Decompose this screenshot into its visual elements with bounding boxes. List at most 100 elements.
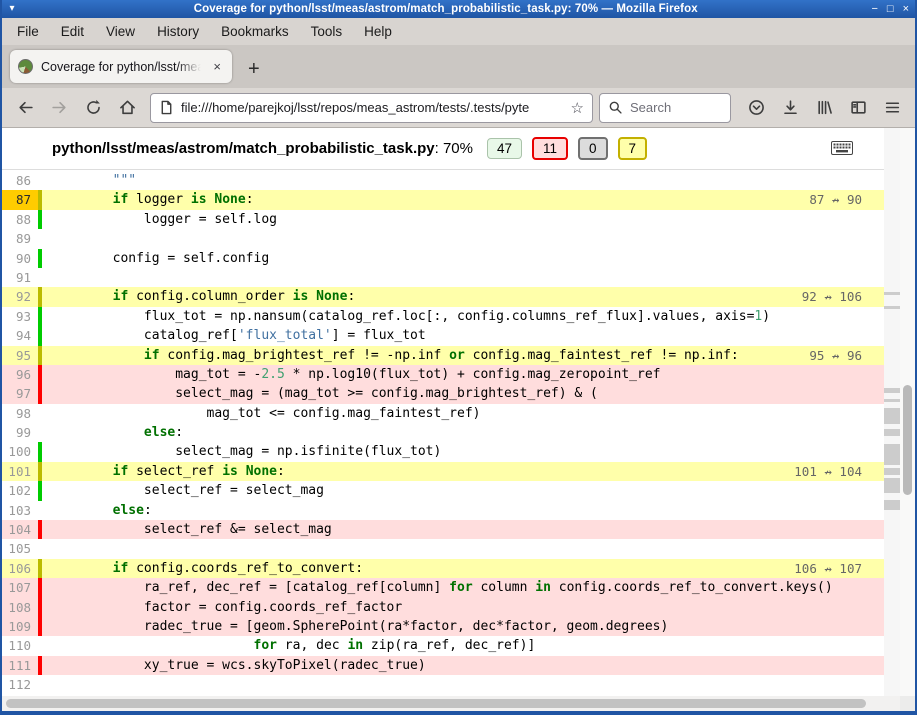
line-number-100[interactable]: 100 <box>2 442 38 461</box>
line-number-88[interactable]: 88 <box>2 210 38 229</box>
downloads-button[interactable] <box>773 93 807 123</box>
coverage-header: python/lsst/meas/astrom/match_probabilis… <box>2 128 915 170</box>
close-button[interactable]: × <box>903 3 909 15</box>
missed-line-marker <box>884 306 900 309</box>
line-number-112[interactable]: 112 <box>2 675 38 694</box>
line-number-102[interactable]: 102 <box>2 481 38 500</box>
url-text[interactable]: file:///home/parejkoj/lsst/repos/meas_as… <box>181 100 565 115</box>
bookmark-star-icon[interactable]: ☆ <box>571 99 584 117</box>
source-line-109: 109 radec_true = [geom.SpherePoint(ra*fa… <box>2 617 884 636</box>
line-number-110[interactable]: 110 <box>2 636 38 655</box>
line-number-86[interactable]: 86 <box>2 171 38 190</box>
missed-line-marker <box>884 429 900 436</box>
line-number-92[interactable]: 92 <box>2 287 38 306</box>
horizontal-scrollbar-thumb[interactable] <box>6 699 866 708</box>
branch-annotation: 101 ↛ 104 <box>794 462 862 481</box>
menu-history[interactable]: History <box>146 20 210 43</box>
new-tab-button[interactable]: + <box>248 59 260 79</box>
menu-bookmarks[interactable]: Bookmarks <box>210 20 300 43</box>
line-number-103[interactable]: 103 <box>2 501 38 520</box>
run-count-button[interactable]: 47 <box>487 138 522 159</box>
source-line-96: 96 mag_tot = -2.5 * np.log10(flux_tot) +… <box>2 365 884 384</box>
line-number-106[interactable]: 106 <box>2 559 38 578</box>
reload-button[interactable] <box>76 93 110 123</box>
pocket-button[interactable] <box>739 93 773 123</box>
line-number-99[interactable]: 99 <box>2 423 38 442</box>
missed-line-marker <box>884 478 900 493</box>
line-number-94[interactable]: 94 <box>2 326 38 345</box>
forward-button[interactable] <box>42 93 76 123</box>
source-line-91: 91 <box>2 268 884 287</box>
code-text: config = self.config <box>42 249 269 268</box>
branch-annotation: 95 ↛ 96 <box>809 346 862 365</box>
forward-icon <box>51 99 68 116</box>
sidebar-button[interactable] <box>841 93 875 123</box>
partial-count-button[interactable]: 7 <box>618 137 648 160</box>
back-button[interactable] <box>8 93 42 123</box>
line-number-97[interactable]: 97 <box>2 384 38 403</box>
source-line-88: 88 logger = self.log <box>2 210 884 229</box>
code-text: else: <box>42 501 152 520</box>
menu-help[interactable]: Help <box>353 20 403 43</box>
source-line-104: 104 select_ref &= select_mag <box>2 520 884 539</box>
window-menu-icon[interactable]: ▾ <box>4 1 20 17</box>
coverage-favicon-icon <box>18 59 33 74</box>
code-text: if config.coords_ref_to_convert: <box>42 559 363 578</box>
tab-title: Coverage for python/lsst/mea <box>41 60 201 74</box>
menu-view[interactable]: View <box>95 20 146 43</box>
branch-annotation: 87 ↛ 90 <box>809 190 862 209</box>
library-button[interactable] <box>807 93 841 123</box>
active-tab[interactable]: Coverage for python/lsst/mea × <box>10 50 232 83</box>
source-line-112: 112 <box>2 675 884 694</box>
tab-strip: Coverage for python/lsst/mea × + <box>2 45 915 88</box>
home-button[interactable] <box>110 93 144 123</box>
coverage-percent: : 70% <box>435 140 473 157</box>
line-number-90[interactable]: 90 <box>2 249 38 268</box>
line-number-91[interactable]: 91 <box>2 268 38 287</box>
line-number-87[interactable]: 87 <box>2 190 38 209</box>
sidebar-icon <box>850 99 867 116</box>
tab-close-icon[interactable]: × <box>210 58 224 75</box>
minimize-button[interactable]: − <box>871 3 877 15</box>
line-number-111[interactable]: 111 <box>2 656 38 675</box>
maximize-button[interactable]: □ <box>887 3 894 15</box>
horizontal-scrollbar[interactable] <box>2 696 900 711</box>
menu-edit[interactable]: Edit <box>50 20 95 43</box>
titlebar: ▾ Coverage for python/lsst/meas/astrom/m… <box>2 0 915 18</box>
menu-file[interactable]: File <box>6 20 50 43</box>
missed-line-marker <box>884 468 900 475</box>
vertical-scrollbar[interactable] <box>900 128 915 696</box>
code-text: if logger is None: <box>42 190 254 209</box>
page-icon <box>159 100 174 115</box>
source-line-107: 107 ra_ref, dec_ref = [catalog_ref[colum… <box>2 578 884 597</box>
source-line-93: 93 flux_tot = np.nansum(catalog_ref.loc[… <box>2 307 884 326</box>
line-number-107[interactable]: 107 <box>2 578 38 597</box>
url-bar[interactable]: file:///home/parejkoj/lsst/repos/meas_as… <box>150 93 593 123</box>
file-path: python/lsst/meas/astrom/match_probabilis… <box>52 140 435 157</box>
line-number-95[interactable]: 95 <box>2 346 38 365</box>
menubar: FileEditViewHistoryBookmarksToolsHelp <box>2 18 915 45</box>
app-menu-button[interactable] <box>875 93 909 123</box>
line-number-105[interactable]: 105 <box>2 539 38 558</box>
line-number-104[interactable]: 104 <box>2 520 38 539</box>
excluded-count-button[interactable]: 0 <box>578 137 608 160</box>
line-number-93[interactable]: 93 <box>2 307 38 326</box>
missing-count-button[interactable]: 11 <box>532 137 568 160</box>
back-icon <box>17 99 34 116</box>
line-number-89[interactable]: 89 <box>2 229 38 248</box>
vertical-scrollbar-thumb[interactable] <box>903 385 912 495</box>
line-number-109[interactable]: 109 <box>2 617 38 636</box>
search-input[interactable]: Search <box>599 93 731 123</box>
source-line-106: 106 if config.coords_ref_to_convert: 106 … <box>2 559 884 578</box>
keyboard-shortcuts-icon[interactable] <box>831 140 853 156</box>
branch-annotation: 106 ↛ 107 <box>794 559 862 578</box>
line-number-108[interactable]: 108 <box>2 598 38 617</box>
line-number-101[interactable]: 101 <box>2 462 38 481</box>
missed-line-marker <box>884 399 900 402</box>
code-text: logger = self.log <box>42 210 277 229</box>
line-number-98[interactable]: 98 <box>2 404 38 423</box>
menu-tools[interactable]: Tools <box>300 20 354 43</box>
source-lines: 86 """87 if logger is None:87 ↛ 9088 log… <box>2 171 884 696</box>
line-number-96[interactable]: 96 <box>2 365 38 384</box>
source-line-102: 102 select_ref = select_mag <box>2 481 884 500</box>
